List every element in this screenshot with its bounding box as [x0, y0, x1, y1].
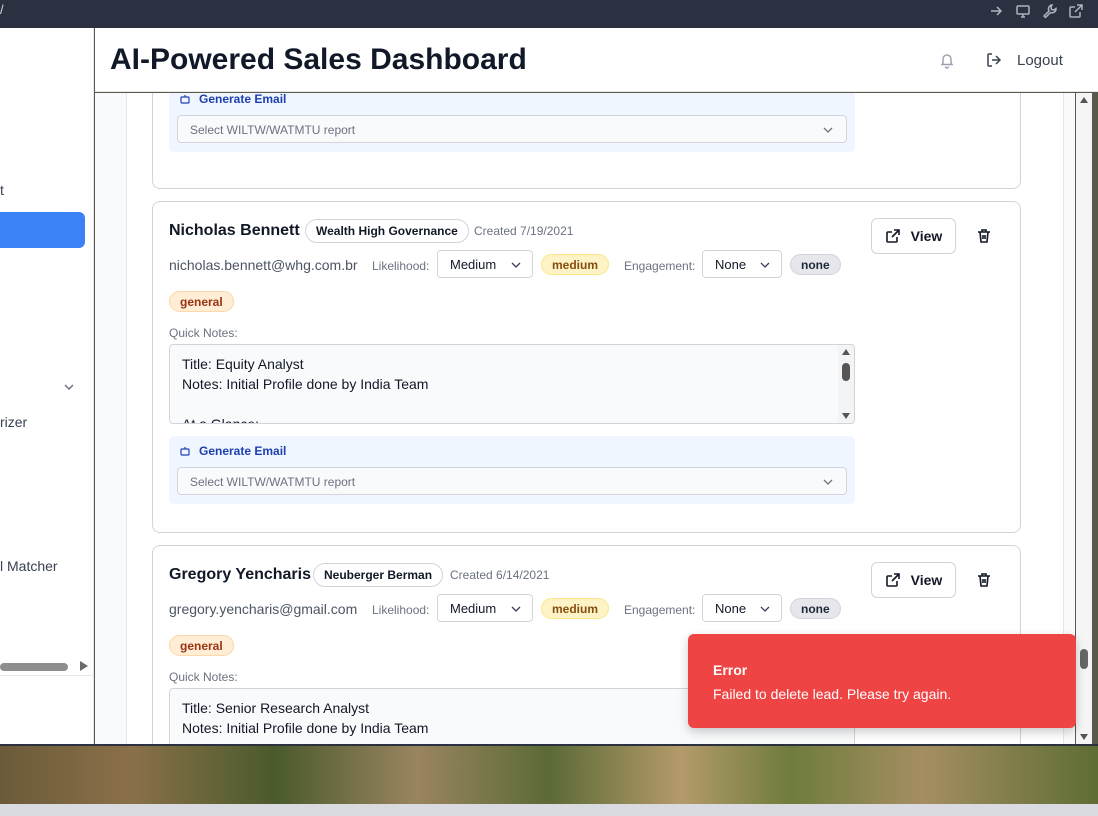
sidebar: t rizer l Matcher: [0, 28, 94, 744]
lead-card: Nicholas Bennett Wealth High Governance …: [152, 201, 1021, 533]
generate-email-panel: Generate Email Select WILTW/WATMTU repor…: [169, 93, 855, 152]
view-button[interactable]: View: [871, 562, 956, 598]
report-select[interactable]: Select WILTW/WATMTU report: [177, 115, 847, 143]
toast-message: Failed to delete lead. Please try again.: [713, 686, 952, 702]
likelihood-label: Likelihood:: [372, 259, 430, 273]
sidebar-divider: [0, 675, 93, 676]
toast-title: Error: [713, 662, 748, 678]
generate-email-header: Generate Email: [179, 93, 286, 106]
sidebar-scrollbar-thumb[interactable]: [0, 663, 68, 671]
company-badge: Wealth High Governance: [305, 219, 469, 243]
engagement-value: None: [715, 257, 747, 272]
lead-name[interactable]: Nicholas Bennett: [169, 222, 300, 240]
likelihood-badge: medium: [541, 598, 610, 619]
chevron-down-icon: [823, 127, 833, 133]
quick-notes-textarea[interactable]: Title: Equity Analyst Notes: Initial Pro…: [169, 344, 855, 424]
logout-label: Logout: [1017, 51, 1063, 69]
likelihood-label: Likelihood:: [372, 603, 430, 617]
taskbar: [0, 804, 1098, 816]
trash-icon[interactable]: [976, 572, 992, 588]
sidebar-item-1[interactable]: t: [0, 182, 4, 198]
chevron-down-icon: [823, 479, 833, 485]
top-header: AI-Powered Sales Dashboard Logout: [95, 28, 1098, 92]
chevron-down-icon[interactable]: [62, 380, 76, 394]
notes-scrollbar[interactable]: [838, 345, 854, 423]
generate-email-label: Generate Email: [199, 93, 287, 106]
bell-icon[interactable]: [938, 51, 956, 69]
view-label: View: [910, 228, 943, 244]
category-badge: general: [169, 635, 234, 656]
company-badge: Neuberger Berman: [313, 563, 444, 587]
generate-email-header: Generate Email: [179, 444, 286, 458]
notes-line: Notes: Initial Profile done by India Tea…: [182, 720, 429, 736]
created-date: Created 7/19/2021: [474, 224, 574, 238]
likelihood-value: Medium: [450, 257, 497, 272]
engagement-badge: none: [790, 254, 841, 275]
chevron-down-icon: [511, 262, 521, 268]
notes-line: At a Glance:: [182, 416, 260, 424]
scroll-up-icon[interactable]: [1080, 97, 1088, 103]
engagement-badge: none: [790, 598, 841, 619]
sidebar-item-active[interactable]: [0, 212, 85, 248]
trash-icon[interactable]: [976, 228, 992, 244]
created-date: Created 6/14/2021: [450, 568, 550, 582]
notes-line: Title: Equity Analyst: [182, 356, 304, 372]
address-bar[interactable]: /: [0, 2, 4, 17]
view-label: View: [910, 572, 943, 588]
external-link-icon: [885, 573, 900, 587]
scroll-right-icon[interactable]: [80, 661, 88, 671]
generate-email-label: Generate Email: [199, 444, 287, 458]
chevron-down-icon: [760, 606, 770, 612]
sidebar-item-matcher[interactable]: l Matcher: [0, 558, 58, 574]
browser-toolbar: /: [0, 0, 1098, 22]
report-select-placeholder: Select WILTW/WATMTU report: [190, 475, 356, 489]
open-external-icon[interactable]: [1068, 3, 1084, 19]
lead-email: gregory.yencharis@gmail.com: [169, 601, 358, 617]
likelihood-value: Medium: [450, 601, 497, 616]
lead-email: nicholas.bennett@whg.com.br: [169, 257, 358, 273]
notes-line: Notes: Initial Profile done by India Tea…: [182, 376, 429, 392]
category-badge: general: [169, 291, 234, 312]
chevron-down-icon: [760, 262, 770, 268]
notes-line: Title: Senior Research Analyst: [182, 700, 370, 716]
robot-icon: [180, 95, 190, 104]
external-link-icon: [885, 229, 900, 243]
quick-notes-label: Quick Notes:: [169, 670, 238, 684]
engagement-label: Engagement:: [624, 603, 696, 617]
arrow-right-icon[interactable]: [988, 3, 1004, 19]
wrench-icon[interactable]: [1042, 3, 1058, 19]
error-toast[interactable]: Error Failed to delete lead. Please try …: [688, 634, 1076, 728]
generate-email-panel: Generate Email Select WILTW/WATMTU repor…: [169, 436, 855, 504]
chevron-down-icon: [511, 606, 521, 612]
notes-scrollbar-thumb[interactable]: [842, 363, 850, 381]
view-button[interactable]: View: [871, 218, 956, 254]
lead-name[interactable]: Gregory Yencharis: [169, 566, 311, 584]
scroll-up-icon[interactable]: [842, 349, 850, 355]
likelihood-badge: medium: [541, 254, 610, 275]
logout-icon: [987, 53, 1002, 67]
report-select-placeholder: Select WILTW/WATMTU report: [190, 123, 356, 137]
engagement-value: None: [715, 601, 747, 616]
logout-button[interactable]: Logout: [985, 48, 1063, 72]
report-select[interactable]: Select WILTW/WATMTU report: [177, 467, 847, 495]
engagement-select[interactable]: None: [702, 594, 782, 622]
page-scrollbar-thumb[interactable]: [1080, 649, 1088, 669]
lead-card-previous: Generate Email Select WILTW/WATMTU repor…: [152, 93, 1021, 189]
scroll-down-icon[interactable]: [1080, 734, 1088, 740]
quick-notes-label: Quick Notes:: [169, 326, 238, 340]
page-scrollbar[interactable]: [1076, 93, 1092, 744]
monitor-icon[interactable]: [1015, 3, 1031, 19]
page-title: AI-Powered Sales Dashboard: [110, 43, 527, 76]
sidebar-item-summarizer[interactable]: rizer: [0, 414, 27, 430]
robot-icon: [180, 447, 190, 456]
likelihood-select[interactable]: Medium: [437, 250, 533, 278]
scroll-down-icon[interactable]: [842, 413, 850, 419]
engagement-label: Engagement:: [624, 259, 696, 273]
engagement-select[interactable]: None: [702, 250, 782, 278]
likelihood-select[interactable]: Medium: [437, 594, 533, 622]
